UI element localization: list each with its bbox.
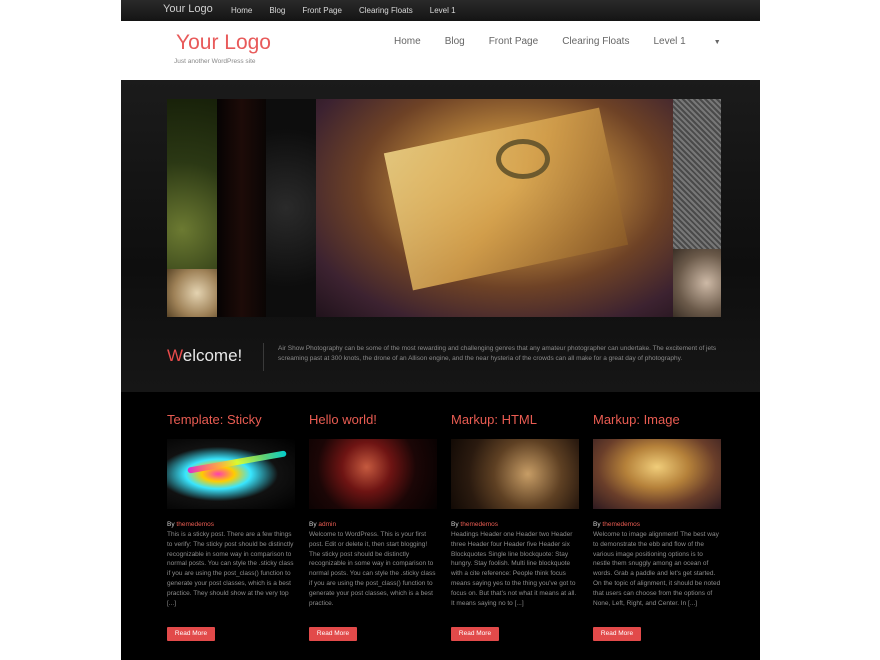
nav-home[interactable]: Home: [394, 36, 421, 47]
post-author-link[interactable]: admin: [318, 521, 336, 528]
read-more-button[interactable]: Read More: [451, 627, 499, 641]
top-nav-clearing-floats[interactable]: Clearing Floats: [359, 0, 413, 21]
post-author-link[interactable]: themedemos: [460, 521, 498, 528]
top-nav-front-page[interactable]: Front Page: [302, 0, 342, 21]
byline-label: By: [167, 521, 175, 528]
slide-panel-map[interactable]: [316, 99, 673, 317]
post-title[interactable]: Markup: HTML: [451, 412, 537, 427]
post-excerpt: Headings Header one Header two Header th…: [451, 531, 577, 607]
site-tagline: Just another WordPress site: [174, 58, 256, 65]
post-thumbnail[interactable]: [167, 439, 295, 509]
post-byline: By themedemos: [167, 521, 214, 528]
post-excerpt: Welcome to WordPress. This is your first…: [309, 531, 436, 607]
nav-level-1-label: Level 1: [653, 36, 686, 47]
page: Your Logo Home Blog Front Page Clearing …: [121, 0, 760, 660]
light-streak-image: [187, 450, 287, 474]
post-thumbnail[interactable]: [309, 439, 437, 509]
byline-label: By: [593, 521, 601, 528]
top-logo[interactable]: Your Logo: [163, 3, 213, 15]
nav-blog[interactable]: Blog: [445, 36, 465, 47]
post-thumbnail[interactable]: [451, 439, 579, 509]
hero-section: Welcome! Air Show Photography can be som…: [121, 80, 760, 392]
site-header: Your Logo Just another WordPress site Ho…: [121, 21, 760, 80]
chevron-down-icon: ▼: [713, 39, 721, 46]
welcome-initial: W: [167, 346, 183, 365]
post-title[interactable]: Hello world!: [309, 412, 377, 427]
read-more-button[interactable]: Read More: [593, 627, 641, 641]
post-title[interactable]: Markup: Image: [593, 412, 680, 427]
top-nav-level-1[interactable]: Level 1: [430, 0, 456, 21]
image-slider[interactable]: [167, 99, 721, 317]
welcome-text: Air Show Photography can be some of the …: [278, 345, 717, 362]
read-more-button[interactable]: Read More: [167, 627, 215, 641]
top-nav: Home Blog Front Page Clearing Floats Lev…: [231, 0, 473, 21]
top-nav-blog[interactable]: Blog: [269, 0, 285, 21]
site-logo[interactable]: Your Logo: [176, 31, 271, 55]
byline-label: By: [309, 521, 317, 528]
post-title[interactable]: Template: Sticky: [167, 412, 262, 427]
post-byline: By themedemos: [451, 521, 498, 528]
post-author-link[interactable]: themedemos: [176, 521, 214, 528]
post-byline: By themedemos: [593, 521, 640, 528]
post-excerpt: Welcome to image alignment! The best way…: [593, 531, 721, 607]
welcome-rest: elcome!: [182, 346, 243, 365]
posts-section: Template: Sticky By themedemos This is a…: [121, 392, 760, 660]
slide-panel-portrait[interactable]: [266, 99, 316, 317]
slide-panel-flowers: [167, 269, 217, 317]
magnifier-image: [496, 139, 550, 179]
slide-panel-person: [673, 249, 721, 317]
byline-label: By: [451, 521, 459, 528]
divider: [263, 343, 264, 371]
top-bar: Your Logo Home Blog Front Page Clearing …: [121, 0, 760, 21]
main-nav: Home Blog Front Page Clearing Floats Lev…: [394, 36, 769, 47]
welcome-heading: Welcome!: [167, 346, 242, 366]
map-image: [383, 107, 629, 291]
top-nav-home[interactable]: Home: [231, 0, 252, 21]
read-more-button[interactable]: Read More: [309, 627, 357, 641]
nav-level-1[interactable]: Level 1 ▼: [653, 36, 744, 47]
post-author-link[interactable]: themedemos: [602, 521, 640, 528]
nav-clearing-floats[interactable]: Clearing Floats: [562, 36, 629, 47]
post-excerpt: This is a sticky post. There are a few t…: [167, 531, 294, 607]
slide-panel-dark[interactable]: [217, 99, 266, 317]
post-thumbnail[interactable]: [593, 439, 721, 509]
post-byline: By admin: [309, 521, 336, 528]
nav-front-page[interactable]: Front Page: [489, 36, 538, 47]
